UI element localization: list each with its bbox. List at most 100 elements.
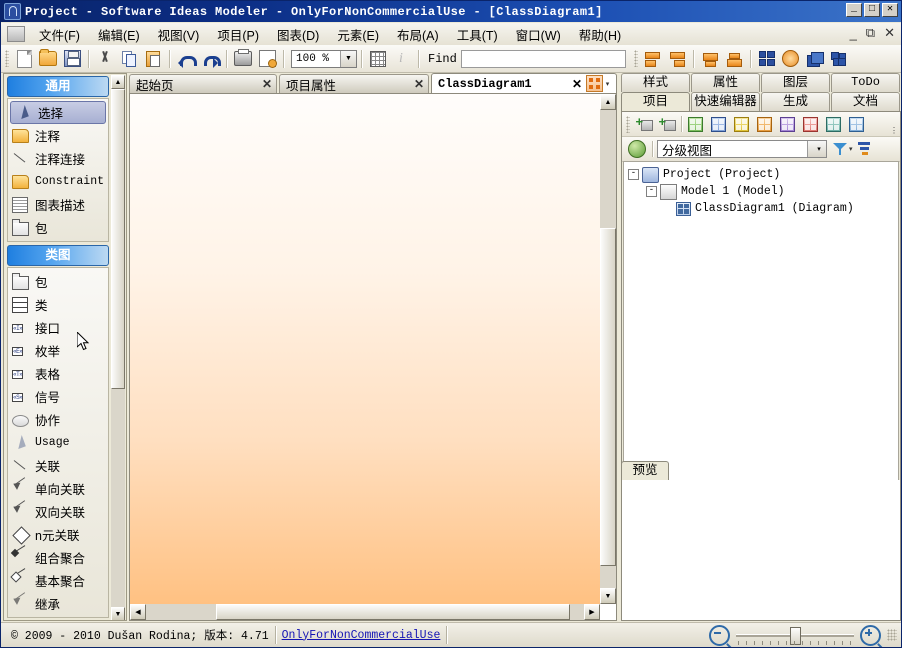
- class-diagram-icon[interactable]: [586, 75, 603, 92]
- menu-help[interactable]: 帮助(H): [570, 23, 630, 46]
- mdi-minimize-button[interactable]: _: [850, 26, 857, 41]
- new-package-diagram-button[interactable]: [846, 114, 867, 134]
- sort-tree-icon[interactable]: [857, 142, 874, 156]
- palette-group-header-class-diagram[interactable]: 类图: [7, 245, 109, 266]
- minimize-button[interactable]: _: [846, 3, 862, 17]
- tab-project[interactable]: 项目: [621, 92, 690, 111]
- mdi-restore-button[interactable]: ⧉: [866, 25, 875, 41]
- close-icon[interactable]: ✕: [414, 77, 424, 91]
- tree-node-project[interactable]: - Project (Project): [628, 166, 898, 183]
- menu-tools[interactable]: 工具(T): [448, 23, 507, 46]
- preview-content[interactable]: [621, 480, 901, 621]
- redo-button[interactable]: [199, 48, 221, 69]
- palette-scroll-down-button[interactable]: ▼: [111, 607, 125, 620]
- palette-item-collaboration[interactable]: 协作: [8, 408, 108, 431]
- palette-item-directed-association[interactable]: 单向关联: [8, 477, 108, 500]
- canvas-scroll-down-button[interactable]: ▼: [600, 588, 616, 604]
- canvas-hscroll-thumb[interactable]: [216, 604, 570, 620]
- close-button[interactable]: ✕: [882, 3, 898, 17]
- palette-item-association[interactable]: 关联: [8, 454, 108, 477]
- canvas-scroll-up-button[interactable]: ▲: [600, 94, 616, 110]
- chevron-down-icon[interactable]: ▾: [603, 80, 612, 88]
- palette-item-aggregation[interactable]: 基本聚合: [8, 569, 108, 592]
- document-tab-project-properties[interactable]: 项目属性 ✕: [279, 74, 429, 93]
- open-button[interactable]: [37, 48, 59, 69]
- canvas-horizontal-scrollbar[interactable]: ◀ ▶: [130, 604, 600, 620]
- tab-todo[interactable]: ToDo: [831, 73, 900, 92]
- zoom-out-icon[interactable]: [709, 624, 730, 646]
- palette-item-generalization[interactable]: 继承: [8, 592, 108, 615]
- add-diagram-button[interactable]: [657, 114, 678, 134]
- paste-button[interactable]: [142, 48, 164, 69]
- document-tab-start-page[interactable]: 起始页 ✕: [129, 74, 277, 93]
- print-preview-button[interactable]: [256, 48, 278, 69]
- cut-button[interactable]: [94, 48, 116, 69]
- license-link[interactable]: OnlyForNonCommercialUse: [282, 629, 441, 642]
- tab-generate[interactable]: 生成: [761, 92, 830, 111]
- toolbar-overflow-button[interactable]: ⋮: [890, 126, 898, 135]
- palette-item-bidirectional-association[interactable]: 双向关联: [8, 500, 108, 523]
- grid-toggle-button[interactable]: [367, 48, 389, 69]
- expander-icon[interactable]: -: [628, 169, 639, 180]
- new-deployment-diagram-button[interactable]: [823, 114, 844, 134]
- tab-style[interactable]: 样式: [621, 73, 690, 92]
- filter-funnel-icon[interactable]: [833, 142, 847, 156]
- new-activity-diagram-button[interactable]: [731, 114, 752, 134]
- menu-view[interactable]: 视图(V): [149, 23, 209, 46]
- tree-node-model[interactable]: - Model 1 (Model): [628, 183, 898, 200]
- tab-quick-editor[interactable]: 快速编辑器: [691, 92, 760, 111]
- palette-item-table[interactable]: «T» 表格: [8, 362, 108, 385]
- menu-project[interactable]: 项目(P): [208, 23, 268, 46]
- canvas-scroll-right-button[interactable]: ▶: [584, 604, 600, 620]
- layers-button[interactable]: [804, 48, 826, 69]
- expander-icon[interactable]: -: [646, 186, 657, 197]
- find-input[interactable]: [460, 49, 626, 68]
- palette-item-composition[interactable]: 组合聚合: [8, 546, 108, 569]
- palette-item-signal[interactable]: «S» 信号: [8, 385, 108, 408]
- new-sequence-diagram-button[interactable]: [800, 114, 821, 134]
- filter-chevron-down-icon[interactable]: ▾: [849, 145, 853, 153]
- palette-group-header-general[interactable]: 通用: [7, 76, 109, 97]
- view-mode-select[interactable]: 分级视图 ▾: [657, 140, 827, 158]
- panel-toolbar-grip[interactable]: [626, 115, 630, 133]
- close-icon[interactable]: ✕: [262, 77, 272, 91]
- palette-item-constraint[interactable]: Constraint: [8, 170, 108, 193]
- align-left-button[interactable]: [642, 48, 664, 69]
- palette-item-note[interactable]: 注释: [8, 124, 108, 147]
- tab-documentation[interactable]: 文档: [831, 92, 900, 111]
- mdi-close-button[interactable]: ✕: [884, 25, 895, 41]
- palette-item-enumeration[interactable]: «E» 枚举: [8, 339, 108, 362]
- palette-item-diagram-description[interactable]: 图表描述: [8, 193, 108, 216]
- toolbar-grip[interactable]: [5, 50, 9, 67]
- resize-grip[interactable]: [887, 629, 897, 641]
- print-button[interactable]: [232, 48, 254, 69]
- new-component-diagram-button[interactable]: [754, 114, 775, 134]
- info-button[interactable]: [391, 48, 413, 69]
- menu-window[interactable]: 窗口(W): [507, 23, 570, 46]
- canvas-vscroll-thumb[interactable]: [600, 228, 616, 566]
- zoom-level-select[interactable]: 100 % ▼: [291, 49, 357, 68]
- canvas-vertical-scrollbar[interactable]: ▲ ▼: [600, 94, 616, 604]
- palette-item-interface[interactable]: «I» 接口: [8, 316, 108, 339]
- menu-diagram[interactable]: 图表(D): [268, 23, 328, 46]
- new-class-diagram-button[interactable]: [708, 114, 729, 134]
- menu-edit[interactable]: 编辑(E): [89, 23, 149, 46]
- toolbar-grip-2[interactable]: [633, 50, 638, 67]
- refresh-icon[interactable]: [628, 140, 646, 158]
- palette-scroll-up-button[interactable]: ▲: [111, 75, 125, 89]
- palette-item-note-link[interactable]: 注释连接: [8, 147, 108, 170]
- align-right-button[interactable]: [666, 48, 688, 69]
- palette-scroll-thumb[interactable]: [111, 89, 125, 389]
- document-tab-classdiagram1[interactable]: ClassDiagram1 ✕ ▾: [431, 73, 617, 93]
- save-button[interactable]: [61, 48, 83, 69]
- palette-item-select[interactable]: 选择: [10, 101, 106, 124]
- palette-item-package[interactable]: 包: [8, 270, 108, 293]
- tab-preview[interactable]: 预览: [621, 461, 669, 480]
- menu-file[interactable]: 文件(F): [30, 23, 89, 46]
- menu-layout[interactable]: 布局(A): [388, 23, 448, 46]
- palette-item-package-general[interactable]: 包: [8, 216, 108, 239]
- maximize-button[interactable]: □: [864, 3, 880, 17]
- palette-scrollbar[interactable]: ▲ ▼: [111, 75, 125, 620]
- distribute-bottom-button[interactable]: [723, 48, 745, 69]
- project-tree[interactable]: - Project (Project) - Model 1 (Model) Cl…: [623, 161, 899, 491]
